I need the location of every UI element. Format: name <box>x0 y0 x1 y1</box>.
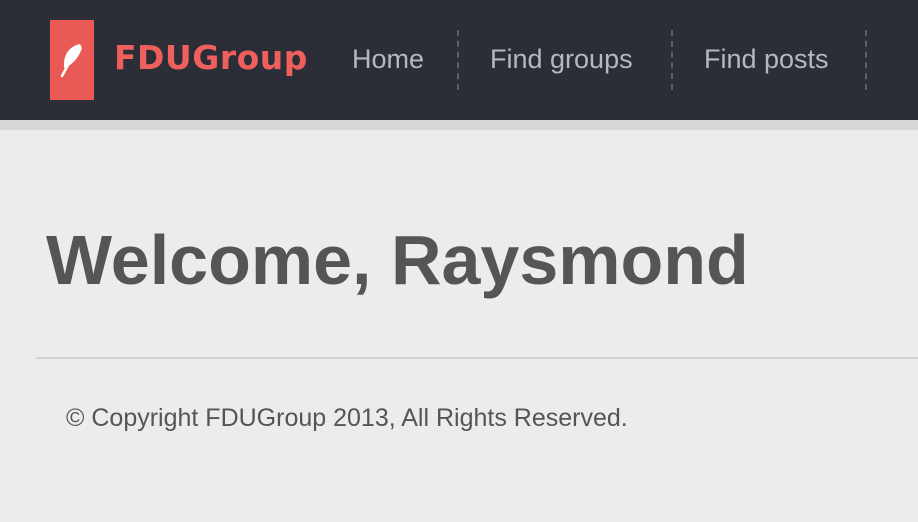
footer-divider <box>36 357 918 359</box>
logo-link[interactable] <box>50 20 94 100</box>
nav-home[interactable]: Home <box>352 44 424 75</box>
brand-name[interactable]: FDUGroup <box>114 38 308 77</box>
top-navbar: FDUGroup Home Find groups Find posts <box>0 0 918 120</box>
feather-icon <box>60 44 82 78</box>
nav-find-groups[interactable]: Find groups <box>490 44 633 75</box>
nav-find-posts[interactable]: Find posts <box>704 44 829 75</box>
copyright-text: © Copyright FDUGroup 2013, All Rights Re… <box>66 404 628 432</box>
navbar-shadow <box>0 120 918 130</box>
nav-divider <box>865 30 867 90</box>
nav-divider <box>671 30 673 90</box>
page-title: Welcome, Raysmond <box>46 221 749 299</box>
nav-divider <box>457 30 459 90</box>
